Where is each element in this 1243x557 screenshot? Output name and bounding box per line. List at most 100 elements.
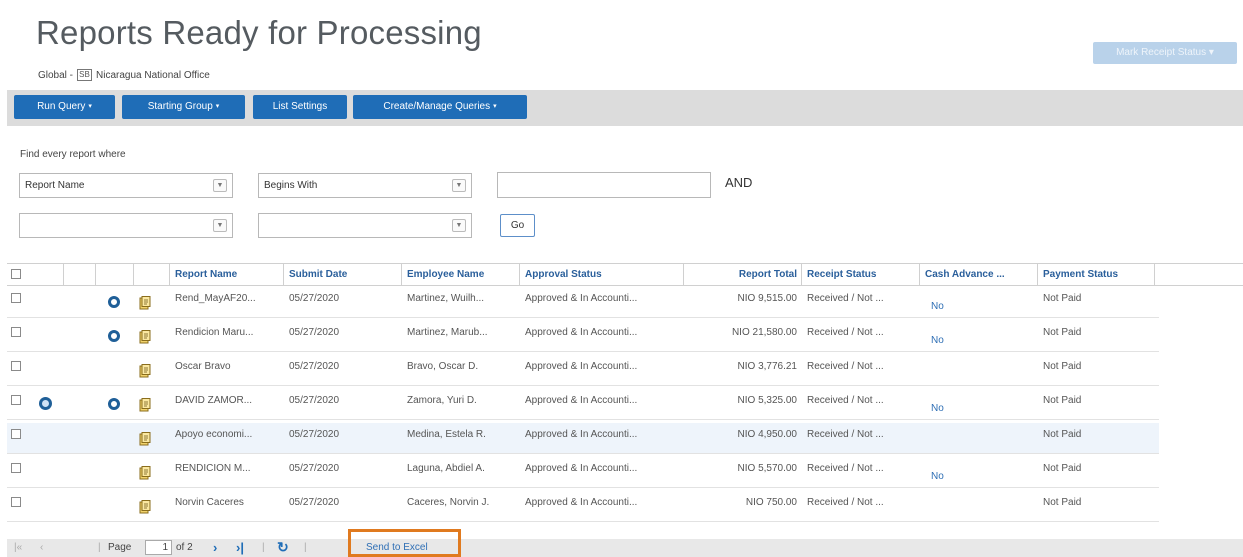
report-total-cell: NIO 5,570.00 [737,463,797,474]
page-count-label: of 2 [176,542,193,553]
table-row[interactable]: Oscar Bravo 05/27/2020 Bravo, Oscar D. Appr… [7,355,1159,386]
report-total-cell: NIO 9,515.00 [737,293,797,304]
report-name-cell[interactable]: Oscar Bravo [175,361,279,372]
report-total-cell: NIO 4,950.00 [737,429,797,440]
table-row[interactable]: RENDICION M... 05/27/2020 Laguna, Abdiel A… [7,457,1159,488]
table-row[interactable]: Rend_MayAF20... 05/27/2020 Martinez, Wuilh… [7,287,1159,318]
employee-name-cell: Martinez, Marub... [407,327,488,338]
cash-advance-cell[interactable]: No [931,301,944,312]
row-checkbox[interactable] [11,327,21,337]
office-icon: SB [77,69,93,81]
office-label: Nicaragua National Office [96,69,210,81]
payment-status-cell: Not Paid [1043,497,1082,508]
report-icon[interactable] [139,364,151,378]
location-breadcrumb: Global - SB Nicaragua National Office [38,69,210,81]
cash-advance-icon[interactable] [108,330,120,342]
table-row[interactable]: Norvin Caceres 05/27/2020 Caceres, Norvin … [7,491,1159,522]
column-approval-status[interactable]: Approval Status [519,264,683,285]
employee-name-cell: Caceres, Norvin J. [407,497,490,508]
report-name-cell[interactable]: RENDICION M... [175,463,279,474]
employee-name-cell: Zamora, Yuri D. [407,395,477,406]
table-row[interactable]: Rendicion Maru... 05/27/2020 Martinez, Mar… [7,321,1159,352]
row-checkbox[interactable] [11,497,21,507]
page-label: Page [108,542,132,553]
payment-status-cell: Not Paid [1043,327,1082,338]
payment-status-cell: Not Paid [1043,429,1082,440]
report-name-cell[interactable]: Rend_MayAF20... [175,293,279,304]
report-name-cell[interactable]: Rendicion Maru... [175,327,279,338]
table-row[interactable]: DAVID ZAMOR... 05/27/2020 Zamora, Yuri D. A… [7,389,1159,420]
cash-advance-cell[interactable]: No [931,403,944,414]
cash-advance-cell[interactable]: No [931,335,944,346]
chevron-down-icon: ▼ [213,219,227,232]
report-icon[interactable] [139,330,151,344]
refresh-icon[interactable]: ↻ [277,539,289,556]
first-page-icon[interactable]: |« [14,542,22,553]
query-label: Find every report where [20,149,126,160]
row-checkbox[interactable] [11,463,21,473]
submit-date-cell: 05/27/2020 [289,327,340,338]
chevron-down-icon: ▼ [213,179,227,192]
receipt-status-cell: Received / Not ... [807,429,884,440]
previous-page-icon[interactable]: ‹ [40,542,43,553]
column-receipt-status[interactable]: Receipt Status [801,264,919,285]
list-settings-button[interactable]: List Settings [253,95,347,119]
submit-date-cell: 05/27/2020 [289,395,340,406]
field-select-1[interactable]: Report Name ▼ [19,173,233,198]
report-icon[interactable] [139,500,151,514]
report-total-cell: NIO 5,325.00 [737,395,797,406]
report-icon[interactable] [139,398,151,412]
cash-advance-icon[interactable] [108,296,120,308]
column-report-total[interactable]: Report Total [683,264,801,285]
starting-group-button[interactable]: Starting Group ▾ [122,95,245,119]
submit-date-cell: 05/27/2020 [289,293,340,304]
create-manage-queries-button[interactable]: Create/Manage Queries ▾ [353,95,527,119]
employee-name-cell: Laguna, Abdiel A. [407,463,485,474]
row-checkbox[interactable] [11,429,21,439]
cash-advance-cell[interactable]: No [931,471,944,482]
receipt-status-cell: Received / Not ... [807,463,884,474]
query-value-input[interactable] [497,172,711,198]
column-payment-status[interactable]: Payment Status [1037,264,1154,285]
go-button[interactable]: Go [500,214,535,237]
column-cash-advance[interactable]: Cash Advance ... [919,264,1037,285]
submit-date-cell: 05/27/2020 [289,429,340,440]
receipt-status-cell: Received / Not ... [807,361,884,372]
mark-receipt-status-button[interactable]: Mark Receipt Status ▾ [1093,42,1237,64]
chevron-down-icon: ▾ [88,103,92,110]
cash-advance-icon[interactable] [108,398,120,410]
report-name-cell[interactable]: Norvin Caceres [175,497,279,508]
report-icon[interactable] [139,466,151,480]
operator-select-2[interactable]: ▼ [258,213,472,238]
query-toolbar: Run Query ▾ Starting Group ▾ List Settings… [7,90,1243,126]
next-page-icon[interactable]: › [213,540,217,555]
approval-status-cell: Approved & In Accounti... [525,327,638,338]
pagination-bar: |« ‹ | Page 1 of 2 › ›| | ↻ | Send to Ex… [7,539,1243,557]
conjunction-label: AND [725,175,753,190]
column-report-name[interactable]: Report Name [169,264,283,285]
submit-date-cell: 05/27/2020 [289,361,340,372]
submit-date-cell: 05/27/2020 [289,497,340,508]
report-name-cell[interactable]: DAVID ZAMOR... [175,395,279,406]
select-all-checkbox[interactable] [11,269,21,279]
report-icon[interactable] [139,432,151,446]
operator-select-1[interactable]: Begins With ▼ [258,173,472,198]
run-query-button[interactable]: Run Query ▾ [14,95,115,119]
row-checkbox[interactable] [11,361,21,371]
column-submit-date[interactable]: Submit Date [283,264,401,285]
report-icon[interactable] [139,296,151,310]
exception-icon[interactable] [39,397,52,410]
submit-date-cell: 05/27/2020 [289,463,340,474]
employee-name-cell: Bravo, Oscar D. [407,361,479,372]
approval-status-cell: Approved & In Accounti... [525,497,638,508]
column-employee-name[interactable]: Employee Name [401,264,519,285]
report-total-cell: NIO 3,776.21 [737,361,797,372]
row-checkbox[interactable] [11,395,21,405]
last-page-icon[interactable]: ›| [236,540,244,555]
row-checkbox[interactable] [11,293,21,303]
payment-status-cell: Not Paid [1043,293,1082,304]
field-select-2[interactable]: ▼ [19,213,233,238]
page-number-input[interactable]: 1 [145,540,172,555]
report-name-cell[interactable]: Apoyo economi... [175,429,279,440]
table-row[interactable]: Apoyo economi... 05/27/2020 Medina, Estela… [7,423,1159,454]
